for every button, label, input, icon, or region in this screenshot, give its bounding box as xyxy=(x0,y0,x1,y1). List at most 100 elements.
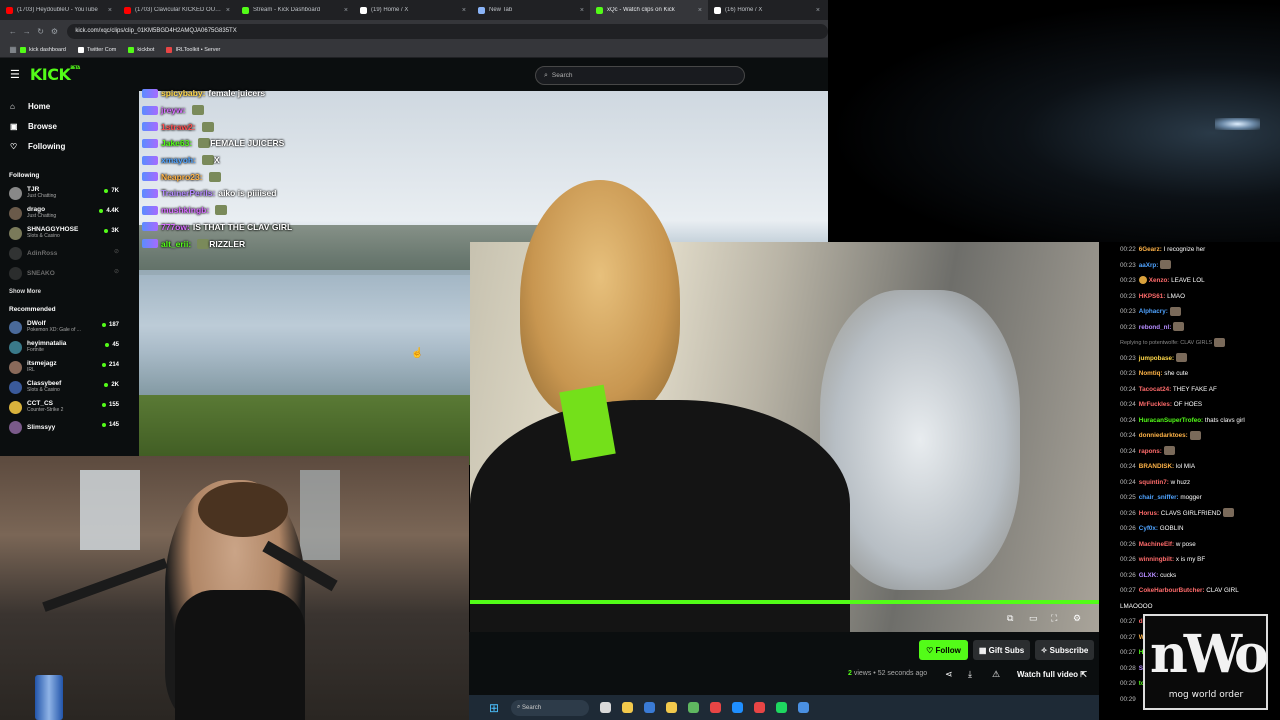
chat-username[interactable]: Horus: xyxy=(1139,510,1159,517)
chat-username[interactable]: rebond_nl: xyxy=(1139,324,1172,331)
chat-username[interactable]: squintin7: xyxy=(1139,479,1169,486)
taskbar-search[interactable]: ⌕ Search xyxy=(511,699,589,716)
browser-tab[interactable]: (1703) HeydoubleU - YouTube × xyxy=(0,0,118,20)
chat-username[interactable]: Nomtiq: xyxy=(1139,370,1163,377)
settings-icon[interactable]: ⚙ xyxy=(1073,613,1081,624)
taskbar-app-icon[interactable] xyxy=(666,702,677,713)
emote-icon xyxy=(1176,353,1188,363)
back-icon[interactable]: ← xyxy=(6,27,20,36)
channel-item[interactable]: SHNAGGYHOSE Slots & Casino 3K xyxy=(0,223,139,243)
tab-close-icon[interactable]: × xyxy=(698,7,702,14)
subscribe-button[interactable]: ✧ Subscribe xyxy=(1035,640,1094,660)
chat-username[interactable]: Alphacry: xyxy=(1139,308,1168,315)
tab-close-icon[interactable]: × xyxy=(462,7,466,14)
channel-text: Slimssyy xyxy=(27,424,55,431)
channel-name: DWolf xyxy=(27,320,46,327)
taskbar-app-icon[interactable] xyxy=(798,702,809,713)
report-icon[interactable]: ⚠ xyxy=(992,669,1000,680)
menu-icon[interactable]: ☰ xyxy=(10,68,20,81)
share-icon[interactable]: ⋖ xyxy=(945,669,953,680)
tab-close-icon[interactable]: × xyxy=(226,7,230,14)
chat-username[interactable]: chair_sniffer: xyxy=(1139,494,1179,501)
browser-tab[interactable]: New Tab × xyxy=(472,0,590,20)
channel-item[interactable]: itsmejagz IRL 214 xyxy=(0,357,139,377)
chat-username[interactable]: aaXrp: xyxy=(1139,262,1159,269)
watch-full-video-button[interactable]: Watch full video ⇱ xyxy=(1017,670,1087,679)
chat-message: 00:26 Horus: CLAVS GIRLFRIEND xyxy=(1099,506,1280,522)
sidebar-nav-browse[interactable]: ▣ Browse xyxy=(0,116,139,136)
show-more-button[interactable]: Show More xyxy=(0,283,139,301)
chat-username[interactable]: jumpobase: xyxy=(1139,355,1174,362)
taskbar-app-icon[interactable] xyxy=(754,702,765,713)
chat-username[interactable]: MrFuckles: xyxy=(1139,401,1172,408)
theater-icon[interactable]: ▭ xyxy=(1029,613,1038,624)
download-icon[interactable]: ⤓ xyxy=(968,669,972,680)
taskbar-app-icon[interactable] xyxy=(600,702,611,713)
bookmark-item[interactable]: kick dashboard xyxy=(20,46,66,53)
bookmark-item[interactable]: kickbot xyxy=(128,46,154,53)
chat-username[interactable]: Cyf0x: xyxy=(1139,525,1158,532)
reload-icon[interactable]: ↻ xyxy=(34,27,48,36)
chat-timestamp: 00:23 xyxy=(1120,323,1136,331)
viewer-count: 155 xyxy=(108,402,119,408)
recommended-heading: Recommended xyxy=(9,306,56,313)
chat-username[interactable]: Tacocat24: xyxy=(1139,386,1171,393)
url-input[interactable]: kick.com/xqc/clips/clip_01KM5BGD4H2AMQJA… xyxy=(67,23,828,39)
tab-close-icon[interactable]: × xyxy=(816,7,820,14)
chat-username[interactable]: GLXK: xyxy=(1139,572,1159,579)
browser-tab[interactable]: (19) Home / X × xyxy=(354,0,472,20)
channel-item[interactable]: SNEAKO ⊘ xyxy=(0,263,139,283)
channel-item[interactable]: Classybeef Slots & Casino 2K xyxy=(0,377,139,397)
chat-username[interactable]: Xenzo: xyxy=(1149,277,1170,284)
sidebar-nav-home[interactable]: ⌂ Home xyxy=(0,96,139,116)
channel-item[interactable]: TJR Just Chatting 7K xyxy=(0,183,139,203)
fullscreen-icon[interactable]: ⛶ xyxy=(1051,613,1057,624)
channel-item[interactable]: Slimssyy 145 xyxy=(0,417,139,437)
follow-button[interactable]: ♡ Follow xyxy=(919,640,968,660)
chat-username[interactable]: donniedarktoes: xyxy=(1139,432,1188,439)
chat-username[interactable]: 6Gearz: xyxy=(1139,246,1162,253)
tab-close-icon[interactable]: × xyxy=(344,7,348,14)
tab-close-icon[interactable]: × xyxy=(580,7,584,14)
channel-item[interactable]: AdinRoss ⊘ xyxy=(0,243,139,263)
browser-tab[interactable]: (16) Home / X × xyxy=(708,0,826,20)
channel-item[interactable]: heyimnatalia Fortnite 45 xyxy=(0,337,139,357)
clip-meta: 2 views • 52 seconds ago xyxy=(848,670,927,677)
chat-message: 00:24 HuracanSuperTrofeo: thats clavs gir… xyxy=(1099,413,1280,429)
taskbar-app-icon[interactable] xyxy=(644,702,655,713)
pip-icon[interactable]: ⧉ xyxy=(1007,613,1013,624)
bookmark-item[interactable]: Twitter Com xyxy=(78,46,116,53)
gift-subs-button[interactable]: ▦ Gift Subs xyxy=(973,640,1030,660)
taskbar-app-icon[interactable] xyxy=(732,702,743,713)
channel-item[interactable]: CCT_CS Counter-Strike 2 155 xyxy=(0,397,139,417)
sidebar-nav-following[interactable]: ♡ Following xyxy=(0,136,139,156)
browser-tab[interactable]: Stream - Kick Dashboard × xyxy=(236,0,354,20)
tab-close-icon[interactable]: × xyxy=(108,7,112,14)
forward-icon[interactable]: → xyxy=(20,27,34,36)
bookmark-item[interactable]: IRLToolkit • Server xyxy=(166,46,220,53)
channel-item[interactable]: DWolf Pokemon XD: Gale of ... 187 xyxy=(0,317,139,337)
viewer-count: 145 xyxy=(108,422,119,428)
channel-item[interactable]: drago Just Chatting 4.4K xyxy=(0,203,139,223)
apps-icon[interactable]: ▦ xyxy=(6,45,20,54)
search-input[interactable]: ⌕ Search xyxy=(535,66,745,85)
site-info-icon[interactable]: ⚙ xyxy=(47,27,61,36)
chat-username[interactable]: CokeHarbourButcher: xyxy=(1139,587,1205,594)
chat-timestamp: 00:23 xyxy=(1120,354,1136,362)
browser-tab[interactable]: (1703) Clavicular KICKED OUT W × xyxy=(118,0,236,20)
chat-username[interactable]: MachineElf: xyxy=(1139,541,1174,548)
chat-username[interactable]: HuracanSuperTrofeo: xyxy=(1139,417,1203,424)
windows-start-icon[interactable]: ⊞ xyxy=(489,702,501,714)
clip-progress-bar[interactable] xyxy=(470,600,1099,604)
chat-username[interactable]: BRANDISK: xyxy=(1139,463,1174,470)
taskbar-app-icon[interactable] xyxy=(710,702,721,713)
taskbar-app-icon[interactable] xyxy=(622,702,633,713)
chat-username[interactable]: winningbilt: xyxy=(1139,556,1174,563)
chat-username[interactable]: rapons: xyxy=(1139,448,1162,455)
taskbar-app-icon[interactable] xyxy=(776,702,787,713)
browser-tab[interactable]: xQc - Watch clips on Kick × xyxy=(590,0,708,20)
chat-username[interactable]: HKPS61: xyxy=(1139,293,1166,300)
channel-text: drago Just Chatting xyxy=(27,206,56,220)
kick-logo[interactable]: KICKBETA xyxy=(30,65,80,84)
taskbar-app-icon[interactable] xyxy=(688,702,699,713)
